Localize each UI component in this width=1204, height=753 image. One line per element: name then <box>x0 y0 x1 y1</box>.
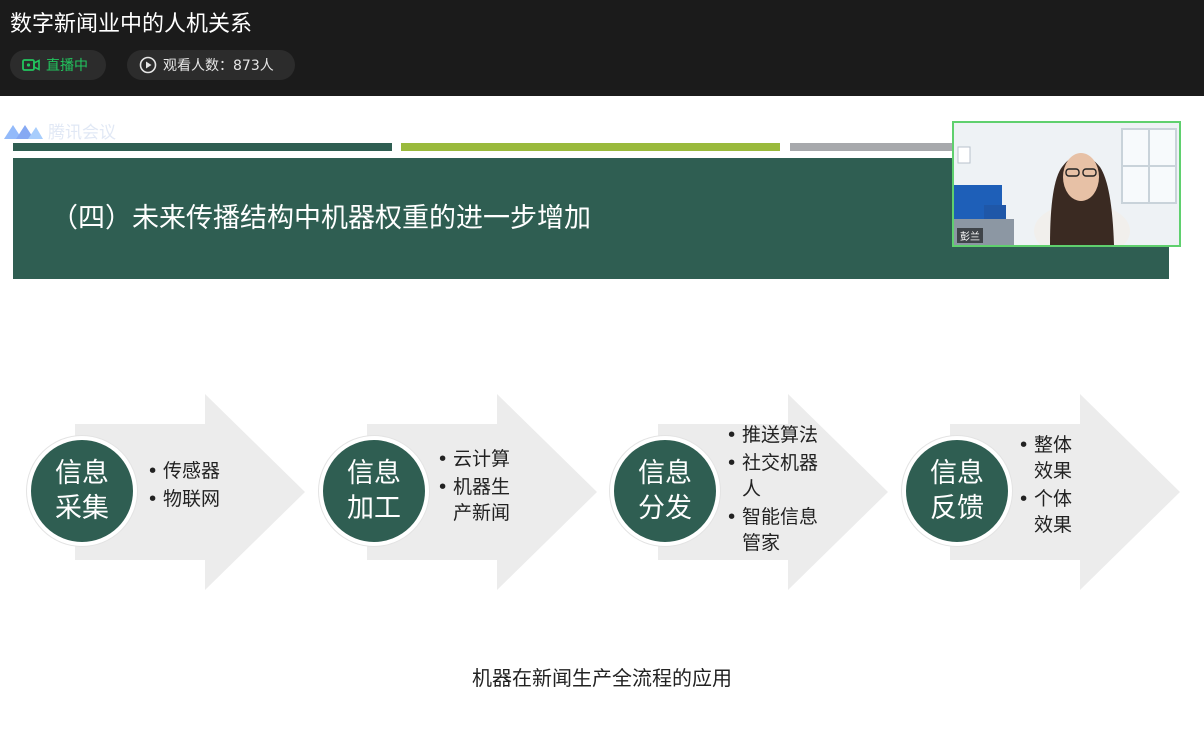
bullet-item: 云计算 <box>435 446 535 472</box>
step-title-line1: 信息 <box>347 458 401 489</box>
step-title-line2: 反馈 <box>930 493 984 524</box>
step-bullet-list: 传感器 物联网 <box>145 458 265 514</box>
step-circle: 信息 反馈 <box>902 436 1012 546</box>
play-circle-icon <box>139 56 157 74</box>
bullet-item: 智能信息 管家 <box>724 504 834 556</box>
step-circle: 信息 加工 <box>319 436 429 546</box>
meeting-title: 数字新闻业中的人机关系 <box>10 12 253 37</box>
speaker-video-image <box>954 123 1179 245</box>
process-step-process: 信息 加工 云计算 机器生 产新闻 <box>317 394 617 590</box>
viewer-count: 观看人数：873人 <box>163 58 274 74</box>
process-step-collect: 信息 采集 传感器 物联网 <box>25 394 325 590</box>
stripe-dark <box>13 143 392 151</box>
speaker-name-label: 彭兰 <box>957 228 983 243</box>
live-status-pill[interactable]: 直播中 <box>10 50 106 80</box>
bullet-item: 社交机器 人 <box>724 450 834 502</box>
step-title-line1: 信息 <box>930 458 984 489</box>
watermark-text: 腾讯会议 <box>48 123 116 143</box>
bullet-item: 物联网 <box>145 486 265 512</box>
slide-caption: 机器在新闻生产全流程的应用 <box>472 666 732 690</box>
step-title-line2: 加工 <box>347 493 401 524</box>
top-bar: 数字新闻业中的人机关系 直播中 观看人数：873人 <box>0 0 1204 96</box>
step-title-line2: 采集 <box>55 493 109 524</box>
bullet-item: 机器生 产新闻 <box>435 474 535 526</box>
viewer-count-pill[interactable]: 观看人数：873人 <box>127 50 295 80</box>
tencent-meeting-logo-icon <box>4 124 43 139</box>
slide-heading: （四）未来传播结构中机器权重的进一步增加 <box>51 203 591 234</box>
bullet-item: 传感器 <box>145 458 265 484</box>
tencent-meeting-watermark: 腾讯会议 <box>2 118 116 143</box>
step-circle: 信息 采集 <box>27 436 137 546</box>
bullet-item: 推送算法 <box>724 422 834 448</box>
step-title-line1: 信息 <box>55 458 109 489</box>
live-label: 直播中 <box>46 58 88 74</box>
process-step-feedback: 信息 反馈 整体 效果 个体 效果 <box>900 394 1200 590</box>
speaker-video-tile[interactable]: 彭兰 <box>952 121 1181 247</box>
step-title-line2: 分发 <box>638 493 692 524</box>
step-bullet-list: 云计算 机器生 产新闻 <box>435 446 535 528</box>
stripe-green <box>401 143 780 151</box>
step-title-line1: 信息 <box>638 458 692 489</box>
step-bullet-list: 整体 效果 个体 效果 <box>1016 432 1096 540</box>
process-step-distribute: 信息 分发 推送算法 社交机器 人 智能信息 管家 <box>608 394 908 590</box>
live-camera-icon <box>22 59 40 71</box>
bullet-item: 个体 效果 <box>1016 486 1096 538</box>
shared-slide: 腾讯会议 （四）未来传播结构中机器权重的进一步增加 彭兰 信息 采集 • 传感器… <box>0 96 1204 753</box>
bullet-item: 整体 效果 <box>1016 432 1096 484</box>
step-circle: 信息 分发 <box>610 436 720 546</box>
step-bullet-list: 推送算法 社交机器 人 智能信息 管家 <box>724 422 834 558</box>
